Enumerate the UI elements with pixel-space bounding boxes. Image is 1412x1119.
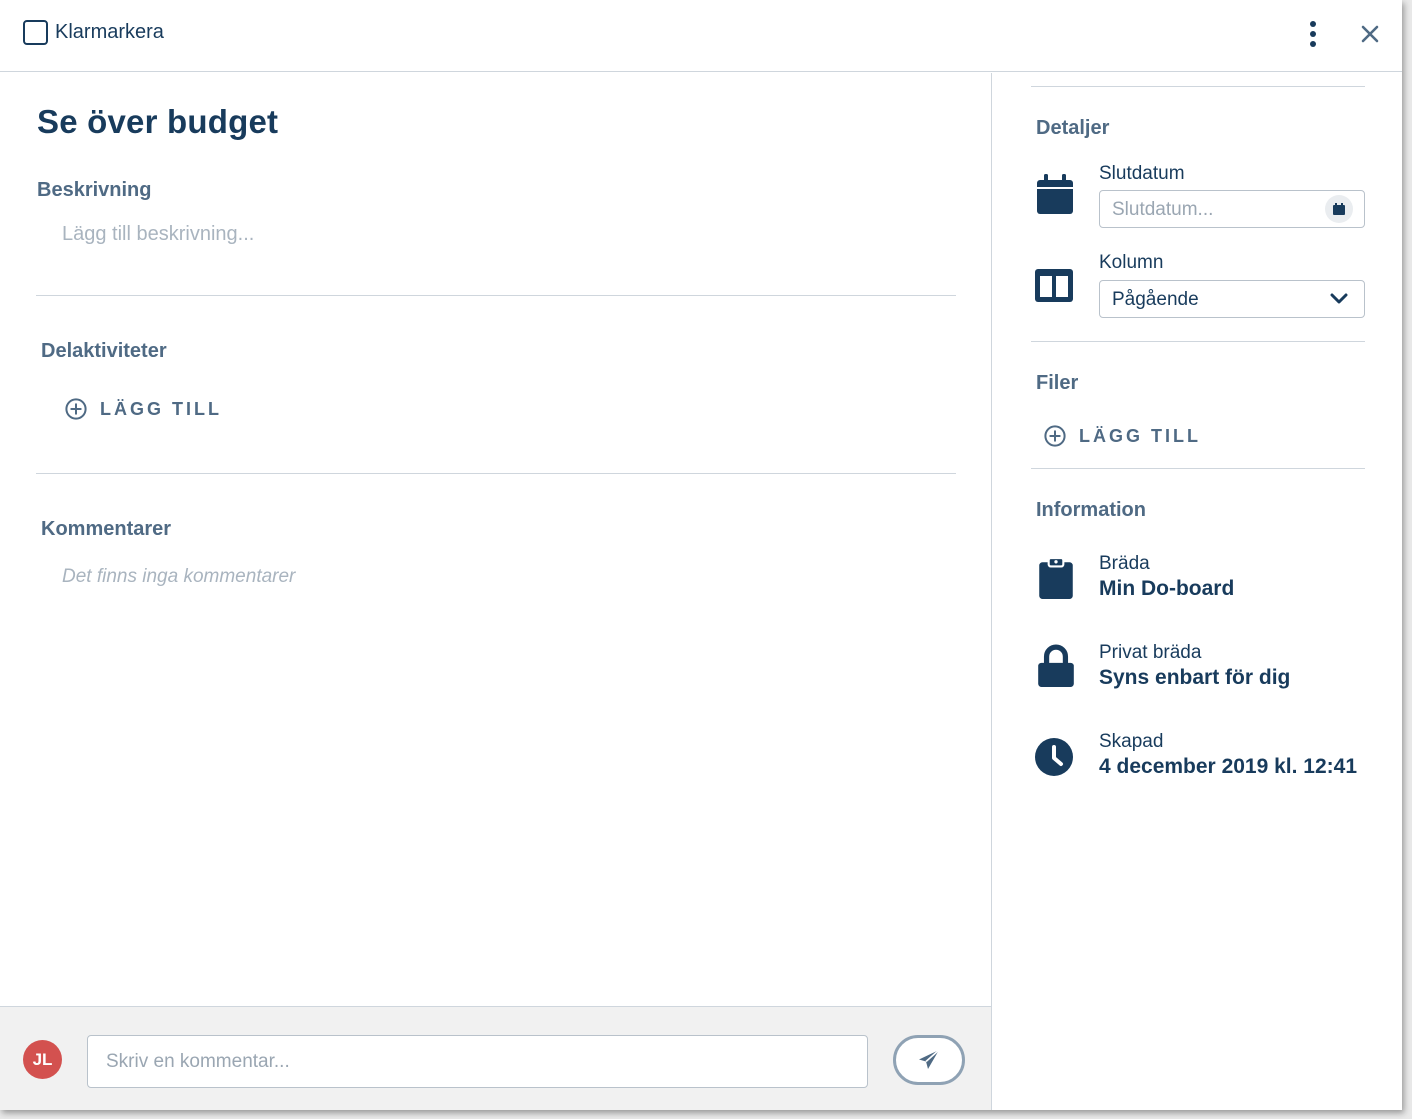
description-label: Beskrivning: [37, 179, 152, 201]
column-select-value: Pågående: [1112, 289, 1199, 310]
more-vertical-icon: [1310, 21, 1316, 27]
add-file-label: LÄGG TILL: [1079, 425, 1201, 446]
task-title[interactable]: Se över budget: [37, 103, 278, 141]
comments-label: Kommentarer: [41, 518, 172, 540]
mark-done-toggle[interactable]: Klarmarkera: [23, 20, 164, 45]
add-circle-icon: [65, 398, 87, 420]
comment-composer: JL: [0, 1006, 991, 1110]
date-picker-button[interactable]: [1325, 195, 1353, 223]
due-date-field[interactable]: Slutdatum...: [1099, 190, 1365, 228]
add-subtask-button[interactable]: LÄGG TILL: [65, 398, 222, 420]
column-select[interactable]: Pågående: [1099, 280, 1365, 318]
task-main: Se över budget Beskrivning Lägg till bes…: [0, 73, 992, 1006]
divider: [1031, 341, 1365, 342]
send-comment-button[interactable]: [893, 1035, 965, 1085]
privacy-label: Privat bräda: [1099, 642, 1202, 663]
divider: [1031, 468, 1365, 469]
information-heading: Information: [1036, 499, 1146, 521]
add-subtask-label: LÄGG TILL: [100, 398, 222, 419]
description-placeholder[interactable]: Lägg till beskrivning...: [62, 223, 254, 246]
created-value: 4 december 2019 kl. 12:41: [1099, 755, 1358, 778]
divider: [1031, 86, 1365, 87]
add-circle-icon: [1044, 425, 1066, 447]
task-dialog: Klarmarkera Se över budget Beskrivning L…: [0, 0, 1402, 1110]
comments-empty-text: Det finns inga kommentarer: [62, 566, 296, 587]
clock-icon: [1035, 738, 1073, 776]
add-file-button[interactable]: LÄGG TILL: [1044, 425, 1201, 447]
lock-icon: [1038, 644, 1074, 687]
board-label: Bräda: [1099, 553, 1150, 574]
column-label: Kolumn: [1099, 252, 1164, 273]
calendar-icon: [1333, 203, 1345, 215]
dialog-header: Klarmarkera: [0, 0, 1402, 72]
more-options-button[interactable]: [1300, 18, 1326, 50]
created-label: Skapad: [1099, 731, 1164, 752]
calendar-icon: [1037, 174, 1073, 214]
divider: [36, 473, 956, 474]
board-value: Min Do-board: [1099, 577, 1235, 600]
due-date-label: Slutdatum: [1099, 163, 1185, 184]
details-heading: Detaljer: [1036, 117, 1110, 139]
comment-input[interactable]: [87, 1035, 868, 1088]
columns-icon: [1035, 269, 1073, 302]
panel-divider: [991, 73, 992, 1110]
avatar: JL: [23, 1040, 62, 1079]
files-heading: Filer: [1036, 372, 1079, 394]
subtasks-label: Delaktiviteter: [41, 340, 167, 362]
due-date-placeholder: Slutdatum...: [1112, 199, 1214, 220]
close-icon[interactable]: [1356, 20, 1384, 48]
mark-done-checkbox[interactable]: [23, 20, 48, 45]
divider: [36, 295, 956, 296]
chevron-down-icon: [1330, 293, 1348, 304]
clipboard-icon: [1039, 557, 1073, 599]
mark-done-label: Klarmarkera: [55, 21, 164, 43]
privacy-value: Syns enbart för dig: [1099, 666, 1291, 689]
send-icon: [919, 1049, 940, 1069]
